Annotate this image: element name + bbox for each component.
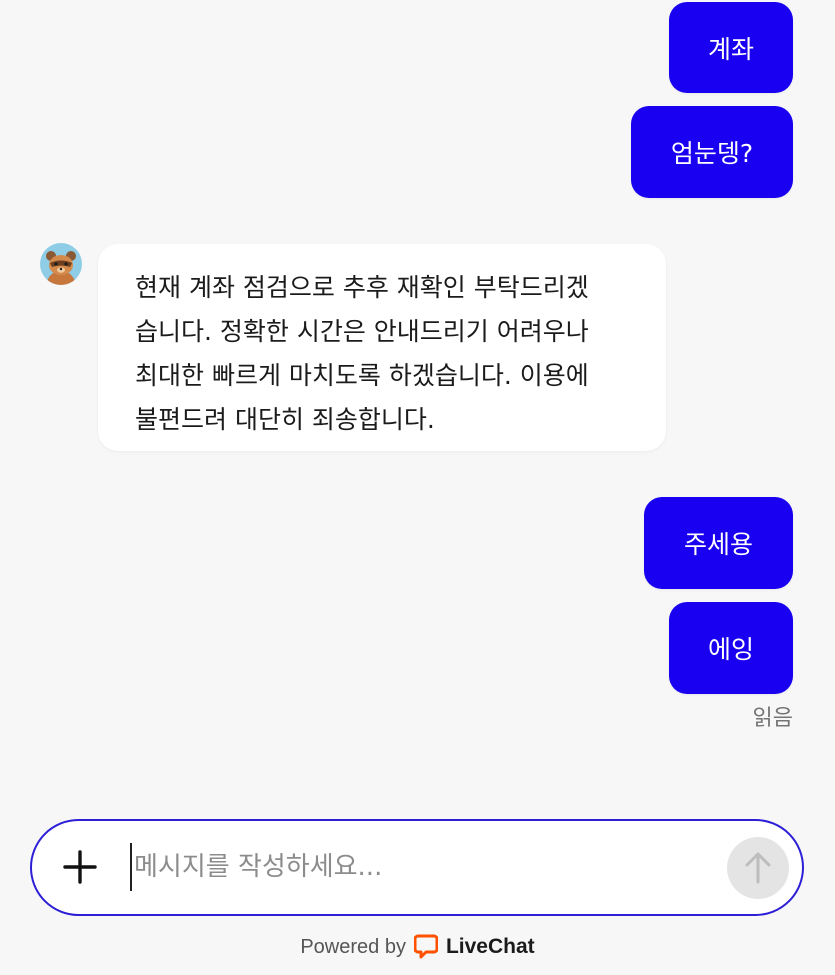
message-composer bbox=[30, 819, 804, 916]
outgoing-message: 계좌 bbox=[669, 2, 793, 93]
arrow-up-icon bbox=[745, 852, 771, 884]
outgoing-message: 엄눈뎅? bbox=[631, 106, 793, 198]
message-input[interactable] bbox=[130, 843, 714, 891]
message-text: 엄눈뎅? bbox=[670, 139, 754, 168]
powered-by-text: Powered by bbox=[300, 935, 406, 958]
agent-avatar bbox=[40, 243, 82, 285]
message-text: 계좌 bbox=[707, 34, 754, 64]
message-line: 습니다. 정확한 시간은 안내드리기 어려우나 bbox=[135, 317, 589, 346]
read-status: 읽음 bbox=[752, 706, 793, 731]
outgoing-message: 주세용 bbox=[644, 497, 793, 589]
message-line: 불편드려 대단히 죄송합니다. bbox=[135, 405, 435, 434]
message-text: 에잉 bbox=[707, 635, 754, 664]
raccoon-avatar-icon bbox=[40, 243, 82, 285]
plus-icon bbox=[63, 850, 97, 884]
attach-button[interactable] bbox=[58, 845, 102, 889]
message-line: 현재 계좌 점검으로 추후 재확인 부탁드리겠 bbox=[135, 273, 589, 302]
powered-by-footer[interactable]: Powered by LiveChat bbox=[0, 934, 835, 960]
message-text: 주세용 bbox=[683, 530, 753, 559]
message-line: 최대한 빠르게 마치도록 하겠습니다. 이용에 bbox=[135, 361, 589, 390]
livechat-brand: LiveChat bbox=[445, 935, 535, 958]
livechat-logo-icon bbox=[413, 934, 438, 959]
chat-screen: 계좌 엄눈뎅? 현재 계좌 점검으로 추후 재확인 부탁드리겠 습니다. 정확한… bbox=[0, 0, 835, 975]
send-button[interactable] bbox=[727, 837, 789, 899]
outgoing-message: 에잉 bbox=[669, 602, 793, 694]
incoming-message: 현재 계좌 점검으로 추후 재확인 부탁드리겠 습니다. 정확한 시간은 안내드… bbox=[98, 244, 666, 451]
